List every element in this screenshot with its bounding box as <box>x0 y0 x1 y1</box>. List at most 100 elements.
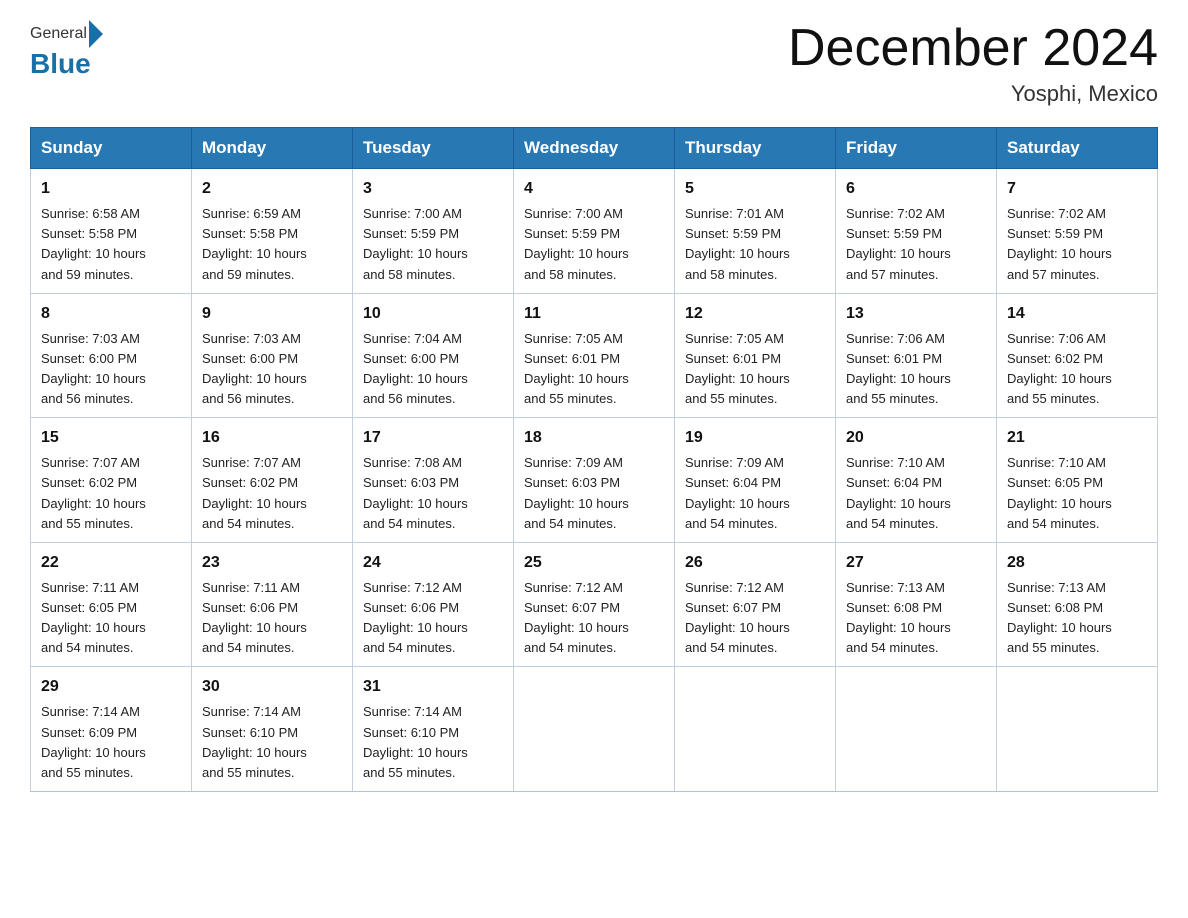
day-info: Sunrise: 7:09 AMSunset: 6:03 PMDaylight:… <box>524 453 664 534</box>
day-number: 10 <box>363 302 503 326</box>
day-info: Sunrise: 7:14 AMSunset: 6:09 PMDaylight:… <box>41 702 181 783</box>
calendar-cell: 5 Sunrise: 7:01 AMSunset: 5:59 PMDaylight… <box>675 169 836 294</box>
day-info: Sunrise: 7:11 AMSunset: 6:06 PMDaylight:… <box>202 578 342 659</box>
day-info: Sunrise: 7:05 AMSunset: 6:01 PMDaylight:… <box>524 329 664 410</box>
calendar-cell: 18 Sunrise: 7:09 AMSunset: 6:03 PMDayligh… <box>514 418 675 543</box>
day-info: Sunrise: 7:02 AMSunset: 5:59 PMDaylight:… <box>846 204 986 285</box>
day-info: Sunrise: 7:06 AMSunset: 6:01 PMDaylight:… <box>846 329 986 410</box>
day-info: Sunrise: 7:14 AMSunset: 6:10 PMDaylight:… <box>363 702 503 783</box>
week-row-1: 1 Sunrise: 6:58 AMSunset: 5:58 PMDaylight… <box>31 169 1158 294</box>
calendar-cell: 25 Sunrise: 7:12 AMSunset: 6:07 PMDayligh… <box>514 542 675 667</box>
calendar-header-row: SundayMondayTuesdayWednesdayThursdayFrid… <box>31 128 1158 169</box>
location-title: Yosphi, Mexico <box>788 81 1158 107</box>
column-header-tuesday: Tuesday <box>353 128 514 169</box>
column-header-thursday: Thursday <box>675 128 836 169</box>
day-number: 9 <box>202 302 342 326</box>
calendar-cell: 14Sunrise: 7:06 AMSunset: 6:02 PMDayligh… <box>997 293 1158 418</box>
day-number: 23 <box>202 551 342 575</box>
day-info: Sunrise: 7:10 AMSunset: 6:04 PMDaylight:… <box>846 453 986 534</box>
day-number: 16 <box>202 426 342 450</box>
week-row-3: 15Sunrise: 7:07 AMSunset: 6:02 PMDayligh… <box>31 418 1158 543</box>
calendar-cell: 29Sunrise: 7:14 AMSunset: 6:09 PMDayligh… <box>31 667 192 792</box>
day-info: Sunrise: 7:10 AMSunset: 6:05 PMDaylight:… <box>1007 453 1147 534</box>
day-number: 28 <box>1007 551 1147 575</box>
calendar-cell <box>997 667 1158 792</box>
calendar-cell: 28Sunrise: 7:13 AMSunset: 6:08 PMDayligh… <box>997 542 1158 667</box>
page-header: General Blue December 2024 Yosphi, Mexic… <box>30 20 1158 107</box>
calendar-cell: 4 Sunrise: 7:00 AMSunset: 5:59 PMDaylight… <box>514 169 675 294</box>
day-number: 7 <box>1007 177 1147 201</box>
day-number: 30 <box>202 675 342 699</box>
calendar-cell: 16Sunrise: 7:07 AMSunset: 6:02 PMDayligh… <box>192 418 353 543</box>
day-number: 14 <box>1007 302 1147 326</box>
day-number: 20 <box>846 426 986 450</box>
day-number: 22 <box>41 551 181 575</box>
calendar-cell: 12 Sunrise: 7:05 AMSunset: 6:01 PMDayligh… <box>675 293 836 418</box>
calendar-cell: 6Sunrise: 7:02 AMSunset: 5:59 PMDaylight… <box>836 169 997 294</box>
column-header-sunday: Sunday <box>31 128 192 169</box>
day-info: Sunrise: 7:02 AMSunset: 5:59 PMDaylight:… <box>1007 204 1147 285</box>
day-number: 13 <box>846 302 986 326</box>
day-info: Sunrise: 7:12 AMSunset: 6:07 PMDaylight:… <box>524 578 664 659</box>
column-header-wednesday: Wednesday <box>514 128 675 169</box>
day-info: Sunrise: 7:00 AMSunset: 5:59 PMDaylight:… <box>524 204 664 285</box>
day-info: Sunrise: 7:00 AMSunset: 5:59 PMDaylight:… <box>363 204 503 285</box>
title-section: December 2024 Yosphi, Mexico <box>788 20 1158 107</box>
day-number: 25 <box>524 551 664 575</box>
week-row-5: 29Sunrise: 7:14 AMSunset: 6:09 PMDayligh… <box>31 667 1158 792</box>
day-number: 18 <box>524 426 664 450</box>
calendar-cell: 9 Sunrise: 7:03 AMSunset: 6:00 PMDaylight… <box>192 293 353 418</box>
calendar-cell: 30Sunrise: 7:14 AMSunset: 6:10 PMDayligh… <box>192 667 353 792</box>
calendar-cell: 1 Sunrise: 6:58 AMSunset: 5:58 PMDaylight… <box>31 169 192 294</box>
day-info: Sunrise: 7:01 AMSunset: 5:59 PMDaylight:… <box>685 204 825 285</box>
calendar-cell: 22Sunrise: 7:11 AMSunset: 6:05 PMDayligh… <box>31 542 192 667</box>
calendar-cell: 7 Sunrise: 7:02 AMSunset: 5:59 PMDaylight… <box>997 169 1158 294</box>
week-row-2: 8 Sunrise: 7:03 AMSunset: 6:00 PMDaylight… <box>31 293 1158 418</box>
day-number: 11 <box>524 302 664 326</box>
calendar-cell: 20 Sunrise: 7:10 AMSunset: 6:04 PMDayligh… <box>836 418 997 543</box>
day-number: 12 <box>685 302 825 326</box>
day-number: 21 <box>1007 426 1147 450</box>
day-info: Sunrise: 7:09 AMSunset: 6:04 PMDaylight:… <box>685 453 825 534</box>
day-number: 3 <box>363 177 503 201</box>
day-number: 8 <box>41 302 181 326</box>
day-number: 4 <box>524 177 664 201</box>
logo-arrow-icon <box>89 20 103 48</box>
calendar-cell: 23 Sunrise: 7:11 AMSunset: 6:06 PMDayligh… <box>192 542 353 667</box>
calendar-table: SundayMondayTuesdayWednesdayThursdayFrid… <box>30 127 1158 792</box>
month-title: December 2024 <box>788 20 1158 77</box>
calendar-cell: 2 Sunrise: 6:59 AMSunset: 5:58 PMDaylight… <box>192 169 353 294</box>
day-number: 31 <box>363 675 503 699</box>
day-number: 1 <box>41 177 181 201</box>
day-number: 19 <box>685 426 825 450</box>
calendar-cell: 8Sunrise: 7:03 AMSunset: 6:00 PMDaylight… <box>31 293 192 418</box>
day-info: Sunrise: 7:04 AMSunset: 6:00 PMDaylight:… <box>363 329 503 410</box>
calendar-cell: 11 Sunrise: 7:05 AMSunset: 6:01 PMDayligh… <box>514 293 675 418</box>
calendar-cell: 27 Sunrise: 7:13 AMSunset: 6:08 PMDayligh… <box>836 542 997 667</box>
day-info: Sunrise: 7:12 AMSunset: 6:06 PMDaylight:… <box>363 578 503 659</box>
day-number: 2 <box>202 177 342 201</box>
day-number: 5 <box>685 177 825 201</box>
calendar-cell: 10 Sunrise: 7:04 AMSunset: 6:00 PMDayligh… <box>353 293 514 418</box>
calendar-cell: 21 Sunrise: 7:10 AMSunset: 6:05 PMDayligh… <box>997 418 1158 543</box>
logo-blue-text: Blue <box>30 48 91 80</box>
column-header-monday: Monday <box>192 128 353 169</box>
day-number: 27 <box>846 551 986 575</box>
day-info: Sunrise: 7:03 AMSunset: 6:00 PMDaylight:… <box>202 329 342 410</box>
calendar-cell <box>675 667 836 792</box>
day-info: Sunrise: 7:13 AMSunset: 6:08 PMDaylight:… <box>846 578 986 659</box>
calendar-cell: 31 Sunrise: 7:14 AMSunset: 6:10 PMDayligh… <box>353 667 514 792</box>
calendar-cell: 26Sunrise: 7:12 AMSunset: 6:07 PMDayligh… <box>675 542 836 667</box>
calendar-cell: 15Sunrise: 7:07 AMSunset: 6:02 PMDayligh… <box>31 418 192 543</box>
day-number: 24 <box>363 551 503 575</box>
calendar-cell: 24 Sunrise: 7:12 AMSunset: 6:06 PMDayligh… <box>353 542 514 667</box>
calendar-cell <box>836 667 997 792</box>
day-info: Sunrise: 7:08 AMSunset: 6:03 PMDaylight:… <box>363 453 503 534</box>
day-info: Sunrise: 6:58 AMSunset: 5:58 PMDaylight:… <box>41 204 181 285</box>
calendar-cell <box>514 667 675 792</box>
week-row-4: 22Sunrise: 7:11 AMSunset: 6:05 PMDayligh… <box>31 542 1158 667</box>
day-info: Sunrise: 7:05 AMSunset: 6:01 PMDaylight:… <box>685 329 825 410</box>
day-info: Sunrise: 7:12 AMSunset: 6:07 PMDaylight:… <box>685 578 825 659</box>
day-info: Sunrise: 6:59 AMSunset: 5:58 PMDaylight:… <box>202 204 342 285</box>
logo-general-text: General <box>30 25 87 43</box>
